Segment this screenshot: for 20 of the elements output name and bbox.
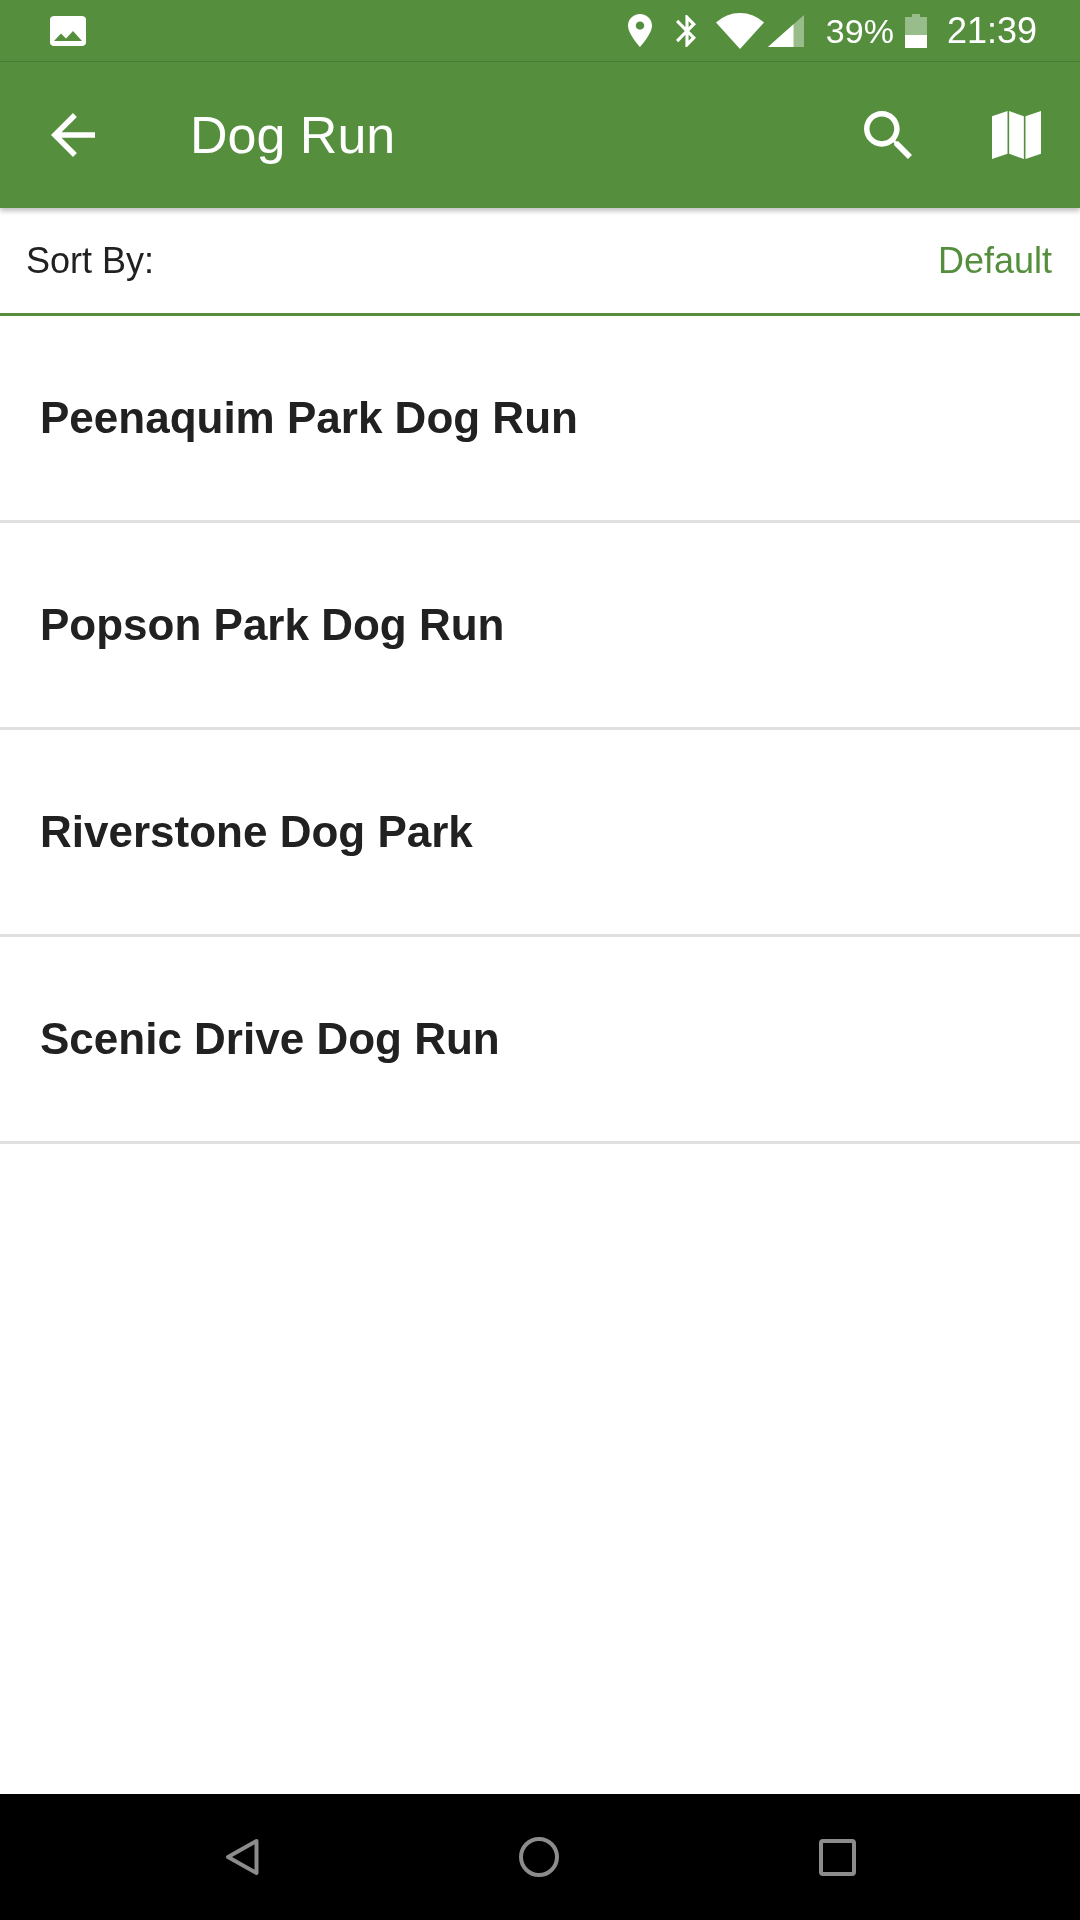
clock-time: 21:39 <box>946 12 1037 49</box>
location-pin-icon <box>627 14 652 47</box>
list-item[interactable]: Riverstone Dog Park <box>0 730 1080 937</box>
sort-dropdown[interactable]: Default <box>937 242 1052 279</box>
list-item[interactable]: Peenaquim Park Dog Run <box>0 316 1080 523</box>
wifi-icon <box>715 12 764 49</box>
list-item[interactable]: Scenic Drive Dog Run <box>0 937 1080 1144</box>
map-icon[interactable] <box>992 111 1041 159</box>
recents-icon[interactable] <box>818 1838 856 1876</box>
sort-label: Sort By: <box>26 242 155 279</box>
back-arrow-icon[interactable] <box>51 113 95 157</box>
list-item[interactable]: Popson Park Dog Run <box>0 523 1080 730</box>
search-icon[interactable] <box>864 111 912 159</box>
signal-icon <box>767 14 804 47</box>
back-icon[interactable] <box>224 1838 259 1876</box>
battery-percentage: 39% <box>825 13 894 48</box>
bluetooth-icon <box>675 14 696 47</box>
home-icon[interactable] <box>518 1837 559 1877</box>
battery-icon <box>904 13 927 48</box>
image-icon <box>50 15 86 46</box>
